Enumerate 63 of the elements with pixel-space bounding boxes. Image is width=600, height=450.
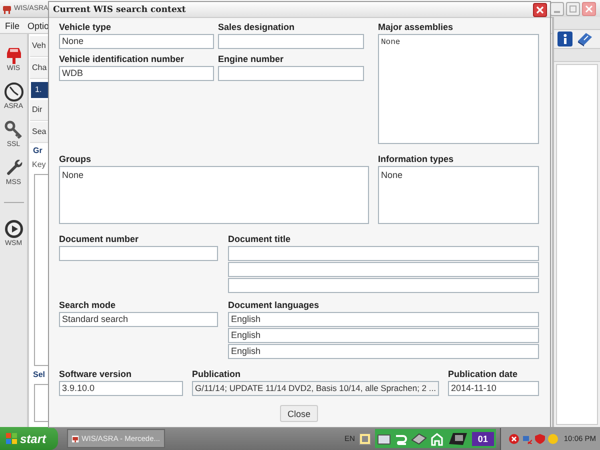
field-label: Document title <box>228 233 292 246</box>
publication-date-field[interactable]: 2014-11-10 <box>448 381 539 396</box>
search-mode-field[interactable]: Standard search <box>59 312 218 327</box>
maximize-icon <box>569 4 577 12</box>
document-language-field[interactable]: English <box>228 312 539 327</box>
document-title-field[interactable] <box>228 246 539 261</box>
home-icon[interactable] <box>430 432 444 446</box>
field-label: Vehicle type <box>59 21 112 34</box>
info-icon[interactable] <box>557 31 573 47</box>
close-icon <box>585 4 593 12</box>
field-label: Publication <box>192 368 242 381</box>
publication-field[interactable]: G/11/14; UPDATE 11/14 DVD2, Basis 10/14, alle Sprachen; 2 ... <box>192 381 439 396</box>
app-icon <box>72 434 79 444</box>
field-label: Document languages <box>228 299 320 312</box>
keyboard-icon[interactable] <box>358 432 371 444</box>
close-icon <box>536 6 544 14</box>
vin-field[interactable]: WDB <box>59 66 214 81</box>
dialog-title: Current WIS search context <box>53 4 187 14</box>
field-label: Document number <box>59 233 140 246</box>
document-language-field[interactable]: English <box>228 328 539 343</box>
error-icon[interactable] <box>508 434 519 444</box>
groups-field[interactable]: None <box>59 166 369 224</box>
warning-icon[interactable] <box>548 434 558 444</box>
app-icon <box>2 4 12 14</box>
field-label: Groups <box>59 153 92 166</box>
device-icon[interactable] <box>410 432 427 446</box>
close-button[interactable]: Close <box>280 405 318 422</box>
play-icon <box>4 219 24 239</box>
document-language-field[interactable]: English <box>228 344 539 359</box>
software-version-field[interactable]: 3.9.10.0 <box>59 381 183 396</box>
start-button[interactable]: start <box>0 427 58 450</box>
menu-item[interactable]: File <box>5 20 20 30</box>
engine-number-field[interactable] <box>218 66 364 81</box>
counter-badge[interactable]: 01 <box>472 432 494 446</box>
book-icon[interactable] <box>576 31 594 47</box>
minimize-icon <box>554 10 560 12</box>
device-icon[interactable] <box>446 430 469 446</box>
field-label: Sales designation <box>218 21 296 34</box>
document-title-field[interactable] <box>228 262 539 277</box>
gauge-icon <box>4 82 24 102</box>
vehicle-type-field[interactable]: None <box>59 34 214 49</box>
field-label: Search mode <box>59 299 117 312</box>
section-heading: Gr <box>32 146 42 157</box>
field-label: Publication date <box>448 368 519 381</box>
document-number-field[interactable] <box>59 246 218 261</box>
sales-designation-field[interactable] <box>218 34 364 49</box>
menu-item[interactable]: Optio <box>28 20 50 30</box>
key-icon <box>4 120 24 140</box>
field-label: Key <box>31 159 46 171</box>
field-label: Software version <box>59 368 133 381</box>
field-label: Vehicle identification number <box>59 53 186 66</box>
windows-logo-icon <box>6 433 17 444</box>
shield-icon[interactable] <box>534 434 545 444</box>
field-label: Major assemblies <box>378 21 454 34</box>
desktop-icon[interactable] <box>376 432 391 446</box>
field-label: Information types <box>378 153 455 166</box>
section-heading: Sel <box>32 370 46 381</box>
information-types-field[interactable]: None <box>378 166 539 224</box>
major-assemblies-field[interactable]: None <box>378 34 539 144</box>
maximize-button[interactable] <box>566 2 580 16</box>
field-label: Engine number <box>218 53 285 66</box>
close-button[interactable] <box>533 2 547 16</box>
document-title-field[interactable] <box>228 278 539 293</box>
